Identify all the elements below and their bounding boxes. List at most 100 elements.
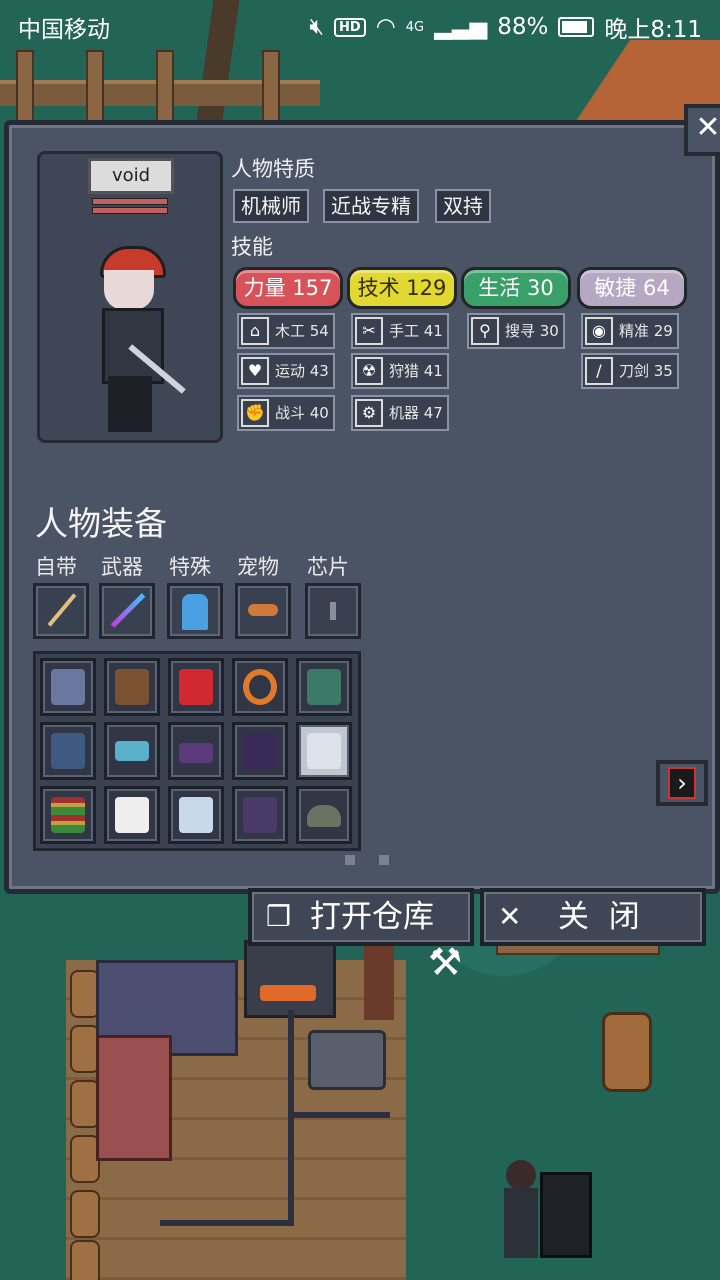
crafting-tools-icon[interactable]: ⚒ xyxy=(428,940,462,984)
heart-icon: ♥ xyxy=(241,357,269,385)
pipe xyxy=(290,1112,390,1118)
inventory-cell[interactable] xyxy=(168,658,224,716)
pillar xyxy=(364,940,394,1020)
inventory-cell[interactable] xyxy=(168,722,224,780)
mute-icon: 🔇︎ xyxy=(309,14,325,40)
clock: 晚上8:11 xyxy=(604,17,702,43)
trait-tag[interactable]: 机械师 xyxy=(233,189,309,223)
tool-table[interactable] xyxy=(96,1035,172,1161)
carrier-name: 中国移动 xyxy=(18,17,110,43)
scissors-card-icon xyxy=(307,733,341,769)
wifi-icon: ◠ xyxy=(375,14,396,40)
blade-icon: / xyxy=(585,357,613,385)
character-body xyxy=(504,1188,538,1258)
next-page-button[interactable]: › xyxy=(656,760,708,806)
pipe xyxy=(160,1220,294,1226)
inventory-cell[interactable] xyxy=(104,658,160,716)
fence-post xyxy=(86,50,104,124)
page-indicator-dot[interactable] xyxy=(379,855,389,865)
ring-icon xyxy=(243,669,277,705)
plastic-bag-icon xyxy=(179,797,213,833)
character-name[interactable]: void xyxy=(88,158,174,194)
radiation-icon: ☢ xyxy=(355,357,383,385)
skill-handcraft[interactable]: ✂ 手工 41 xyxy=(351,313,449,349)
inventory-cell[interactable] xyxy=(232,722,288,780)
skill-label: 战斗 40 xyxy=(275,404,329,422)
sword-icon xyxy=(110,593,146,628)
inventory-cell[interactable] xyxy=(104,722,160,780)
stat-technique[interactable]: 技术 129 xyxy=(347,267,457,309)
character-head xyxy=(506,1160,536,1190)
suit-icon xyxy=(243,733,277,769)
status-icons: 🔇︎ HD ◠ 4G ▂▃▅ 88% 晚上8:11 xyxy=(310,10,702,44)
skill-precision[interactable]: ◉ 精准 29 xyxy=(581,313,679,349)
pants-icon xyxy=(51,733,85,769)
barrel[interactable] xyxy=(602,1012,652,1092)
close-icon[interactable]: ✕ xyxy=(684,104,720,156)
inventory-cell[interactable] xyxy=(104,786,160,844)
skill-hunting[interactable]: ☢ 狩猎 41 xyxy=(351,353,449,389)
health-bar xyxy=(92,207,168,214)
stat-life[interactable]: 生活 30 xyxy=(461,267,571,309)
slot-weapon[interactable] xyxy=(99,583,155,639)
magnifier-icon: ⚲ xyxy=(471,317,499,345)
slot-chip[interactable] xyxy=(305,583,361,639)
house-icon: ⌂ xyxy=(241,317,269,345)
pet-icon xyxy=(248,604,278,616)
skill-label: 狩猎 41 xyxy=(389,362,443,380)
status-bar: 中国移动 🔇︎ HD ◠ 4G ▂▃▅ 88% 晚上8:11 xyxy=(0,0,720,48)
skill-combat[interactable]: ✊ 战斗 40 xyxy=(237,395,335,431)
character-face xyxy=(104,270,154,310)
camo-vest-icon xyxy=(307,669,341,705)
inventory-grid xyxy=(33,651,361,851)
skill-label: 手工 41 xyxy=(389,322,443,340)
slot-label-special: 特殊 xyxy=(169,555,211,579)
stat-agility[interactable]: 敏捷 64 xyxy=(577,267,687,309)
log-post xyxy=(70,1190,100,1238)
armor-shirt-icon xyxy=(51,669,85,705)
skill-blades[interactable]: / 刀剑 35 xyxy=(581,353,679,389)
tactical-vest-icon xyxy=(243,797,277,833)
inventory-cell[interactable] xyxy=(168,786,224,844)
fence-post xyxy=(156,50,174,124)
skill-label: 刀剑 35 xyxy=(619,362,673,380)
stove[interactable] xyxy=(244,940,336,1018)
scissors-icon: ✂ xyxy=(355,317,383,345)
inventory-cell[interactable] xyxy=(296,722,352,780)
inventory-cell[interactable] xyxy=(40,658,96,716)
stat-strength[interactable]: 力量 157 xyxy=(233,267,343,309)
trait-tag[interactable]: 双持 xyxy=(435,189,491,223)
close-button[interactable]: ✕ 关 闭 xyxy=(480,888,706,946)
shoes-icon xyxy=(179,743,213,763)
inventory-cell[interactable] xyxy=(296,658,352,716)
health-bar xyxy=(92,198,168,205)
inventory-cell[interactable] xyxy=(232,786,288,844)
hd-badge: HD xyxy=(334,17,366,37)
inventory-cell[interactable] xyxy=(296,786,352,844)
slot-pet[interactable] xyxy=(235,583,291,639)
eye-icon: ◉ xyxy=(585,317,613,345)
trait-tag[interactable]: 近战专精 xyxy=(323,189,419,223)
slot-special[interactable] xyxy=(167,583,223,639)
character-legs xyxy=(108,376,152,432)
open-storage-button[interactable]: ❒ 打开仓库 xyxy=(248,888,474,946)
signal-icon: ▂▃▅ xyxy=(434,14,488,40)
inventory-cell[interactable] xyxy=(232,658,288,716)
inventory-cell[interactable] xyxy=(40,786,96,844)
skill-scavenging[interactable]: ⚲ 搜寻 30 xyxy=(467,313,565,349)
skill-athletics[interactable]: ♥ 运动 43 xyxy=(237,353,335,389)
slot-label-weapon: 武器 xyxy=(101,555,143,579)
skills-heading: 技能 xyxy=(231,235,273,259)
anvil[interactable] xyxy=(308,1030,386,1090)
page-indicator-dot[interactable] xyxy=(345,855,355,865)
inventory-cell[interactable] xyxy=(40,722,96,780)
player-character[interactable] xyxy=(498,1160,544,1260)
equipment-heading: 人物装备 xyxy=(35,504,167,543)
spear-icon xyxy=(47,593,77,627)
skill-machinery[interactable]: ⚙ 机器 47 xyxy=(351,395,449,431)
box-icon: ❒ xyxy=(266,900,292,933)
backpack-icon xyxy=(115,669,149,705)
riot-shield xyxy=(540,1172,592,1258)
skill-woodworking[interactable]: ⌂ 木工 54 xyxy=(237,313,335,349)
slot-builtin[interactable] xyxy=(33,583,89,639)
